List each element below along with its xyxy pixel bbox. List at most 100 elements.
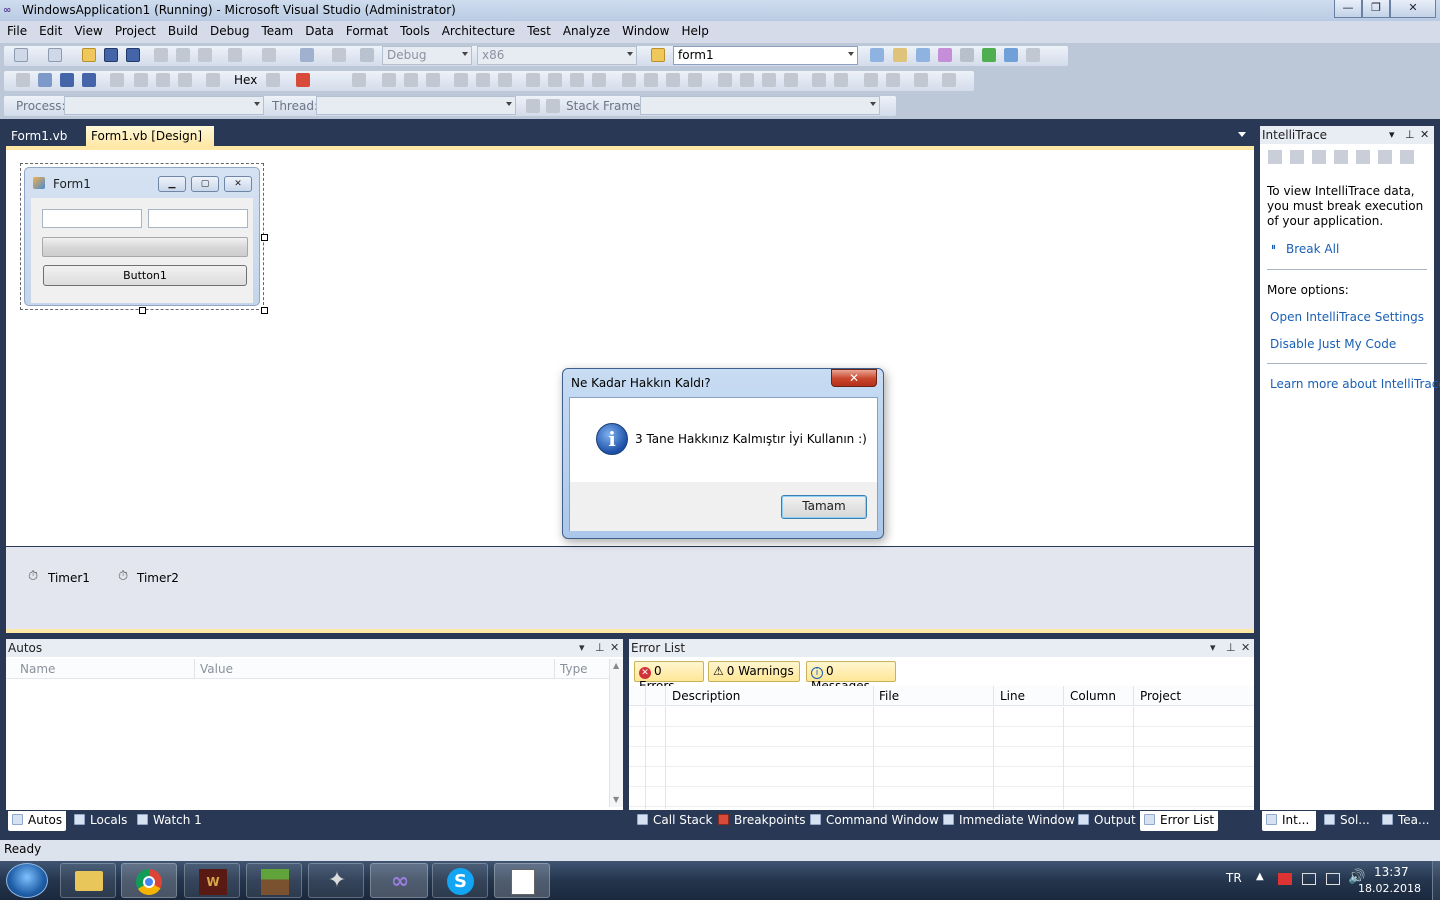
timer2-component[interactable]: Timer2	[137, 571, 179, 585]
continue-icon[interactable]	[16, 73, 30, 87]
col-value[interactable]: Value	[200, 662, 233, 676]
timer1-component[interactable]: Timer1	[48, 571, 90, 585]
taskbar-minecraft-icon[interactable]	[246, 863, 302, 898]
form1-design-frame[interactable]: Form1 ▁ ▢ ✕ Button1	[20, 163, 268, 314]
form1-window[interactable]: Form1 ▁ ▢ ✕ Button1	[24, 167, 260, 306]
panel-close-icon[interactable]: ✕	[610, 641, 619, 654]
step-over-icon[interactable]	[156, 73, 170, 87]
pin-icon[interactable]: ⊥	[595, 641, 605, 654]
step-out-icon[interactable]	[178, 73, 192, 87]
menu-architecture[interactable]: Architecture	[435, 21, 520, 38]
tab-error-list[interactable]: Error List	[1140, 811, 1219, 831]
hex-toggle[interactable]: Hex	[234, 73, 257, 87]
tab-form1-design[interactable]: Form1.vb [Design] ✕	[86, 126, 214, 157]
align-to-grid-icon[interactable]	[352, 73, 366, 87]
col-project[interactable]: Project	[1140, 689, 1181, 703]
taskbar-explorer-icon[interactable]	[60, 863, 116, 898]
align-middles-icon[interactable]	[476, 73, 490, 87]
step-into-icon[interactable]	[134, 73, 148, 87]
menu-test[interactable]: Test	[520, 21, 556, 38]
show-next-statement-icon[interactable]	[110, 73, 124, 87]
dialog-close-button[interactable]: ✕	[831, 369, 877, 387]
h-spacing-remove-icon[interactable]	[688, 73, 702, 87]
panel-close-icon[interactable]: ✕	[1241, 641, 1250, 654]
tab-team-explorer[interactable]: Tea...	[1378, 811, 1433, 831]
taskbar-skype-icon[interactable]: S	[432, 863, 488, 898]
tab-breakpoints[interactable]: Breakpoints	[714, 811, 809, 831]
start-button-windows-icon[interactable]	[6, 863, 48, 898]
clock-date[interactable]: 18.02.2018	[1358, 882, 1421, 895]
tab-locals[interactable]: Locals	[70, 811, 131, 831]
find-in-files-icon[interactable]	[651, 48, 665, 62]
tab-immediate-window[interactable]: Immediate Window	[939, 811, 1079, 831]
menu-build[interactable]: Build	[161, 21, 203, 38]
maximize-button[interactable]: ❐	[1362, 0, 1390, 18]
redo-icon[interactable]	[262, 48, 276, 62]
menu-format[interactable]: Format	[339, 21, 393, 38]
tab-autos[interactable]: Autos	[8, 811, 67, 831]
panel-close-icon[interactable]: ✕	[1420, 128, 1429, 141]
h-spacing-equal-icon[interactable]	[622, 73, 636, 87]
cut-icon[interactable]	[154, 48, 168, 62]
paste-icon[interactable]	[198, 48, 212, 62]
save-all-icon[interactable]	[126, 48, 140, 62]
messages-filter-button[interactable]: i0 Messages	[806, 661, 896, 693]
break-all-icon[interactable]	[38, 73, 52, 87]
new-project-icon[interactable]	[14, 48, 28, 62]
col-column[interactable]: Column	[1070, 689, 1116, 703]
make-same-height-icon[interactable]	[548, 73, 562, 87]
progressbar1[interactable]	[42, 237, 248, 257]
bring-to-front-icon[interactable]	[864, 73, 878, 87]
align-centers-icon[interactable]	[404, 73, 418, 87]
align-bottoms-icon[interactable]	[498, 73, 512, 87]
threads-icon[interactable]	[266, 73, 280, 87]
col-name[interactable]: Name	[20, 662, 55, 676]
center-horizontally-icon[interactable]	[812, 73, 826, 87]
v-spacing-increase-icon[interactable]	[740, 73, 754, 87]
copy-icon[interactable]	[176, 48, 190, 62]
menu-view[interactable]: View	[67, 21, 107, 38]
errors-filter-button[interactable]: ✕0 Errors	[634, 661, 704, 693]
tab-command-window[interactable]: Command Window	[806, 811, 943, 831]
resize-handle-bottom[interactable]	[139, 307, 146, 314]
break-all-link[interactable]: Break All	[1286, 242, 1339, 256]
tab-watch1[interactable]: Watch 1	[133, 811, 206, 831]
send-to-back-icon[interactable]	[886, 73, 900, 87]
col-type[interactable]: Type	[560, 662, 588, 676]
button1[interactable]: Button1	[43, 265, 247, 286]
display-icon[interactable]	[1302, 873, 1316, 885]
size-to-grid-icon[interactable]	[570, 73, 584, 87]
tab-form1-vb[interactable]: Form1.vb	[6, 126, 72, 146]
menu-edit[interactable]: Edit	[32, 21, 67, 38]
h-spacing-decrease-icon[interactable]	[666, 73, 680, 87]
taskbar-visual-studio-icon[interactable]: ∞	[370, 863, 428, 898]
col-description[interactable]: Description	[672, 689, 740, 703]
toolbox-icon[interactable]	[938, 48, 952, 62]
tab-intellitrace[interactable]: Int...	[1262, 811, 1316, 831]
v-spacing-equal-icon[interactable]	[718, 73, 732, 87]
resize-handle-right[interactable]	[261, 234, 268, 241]
menu-tools[interactable]: Tools	[393, 21, 435, 38]
object-browser-icon[interactable]	[916, 48, 930, 62]
taskbar-chrome-icon[interactable]	[121, 863, 177, 898]
open-intellitrace-settings-link[interactable]: Open IntelliTrace Settings	[1270, 310, 1424, 324]
textbox2[interactable]	[148, 209, 248, 228]
open-folder-icon[interactable]	[82, 48, 96, 62]
close-window-button[interactable]: ✕	[1390, 0, 1436, 18]
pin-icon[interactable]: ⊥	[1405, 128, 1415, 141]
tools-icon[interactable]	[960, 48, 974, 62]
command-icon[interactable]	[1026, 48, 1040, 62]
clock-time[interactable]: 13:37	[1374, 865, 1409, 879]
tab-call-stack[interactable]: Call Stack	[633, 811, 716, 831]
save-icon[interactable]	[104, 48, 118, 62]
menu-analyze[interactable]: Analyze	[556, 21, 615, 38]
menu-team[interactable]: Team	[254, 21, 298, 38]
tab-order-icon[interactable]	[914, 73, 928, 87]
thread-select[interactable]	[316, 96, 516, 115]
properties-icon[interactable]	[893, 48, 907, 62]
undo-icon[interactable]	[228, 48, 242, 62]
navigate-icon[interactable]	[300, 48, 314, 62]
show-desktop-button[interactable]	[1432, 861, 1440, 900]
show-flagged-threads-icon[interactable]	[546, 99, 560, 113]
make-same-width-icon[interactable]	[526, 73, 540, 87]
